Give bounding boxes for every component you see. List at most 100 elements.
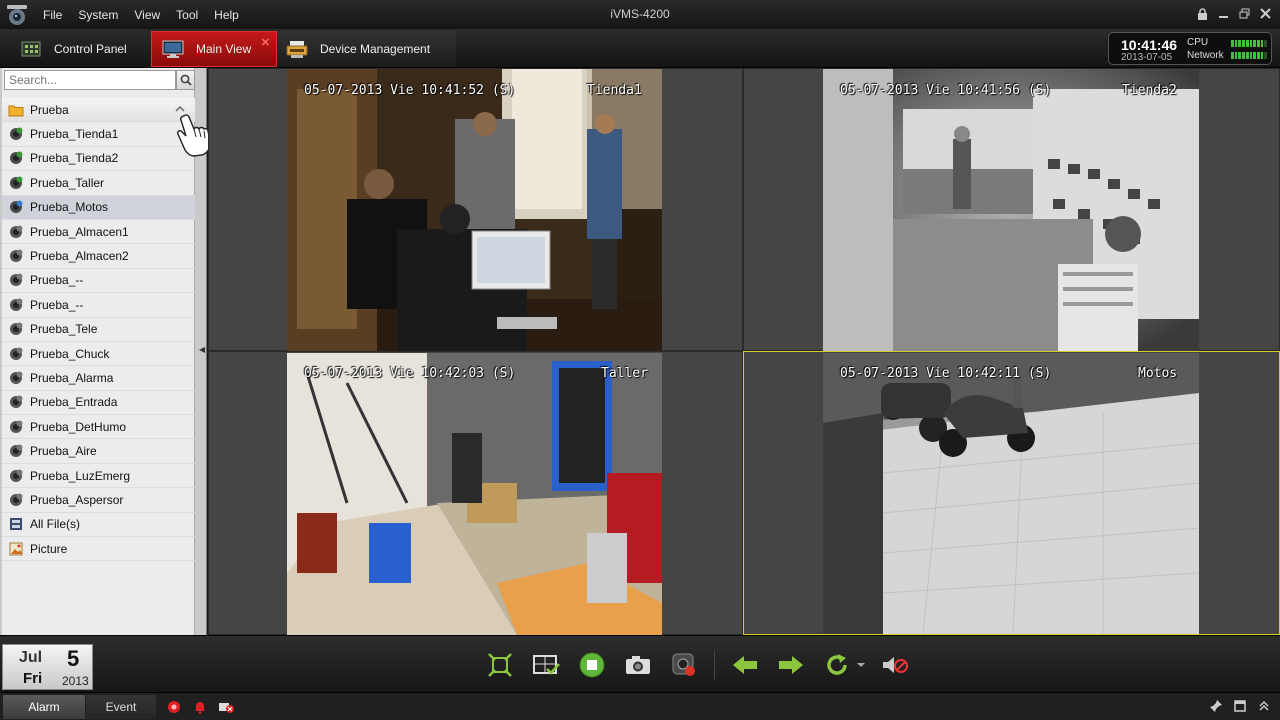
tree-item-camera[interactable]: Prueba_DetHumo bbox=[2, 415, 195, 440]
tree-item-picture[interactable]: Picture bbox=[2, 537, 195, 562]
tree-item-label: Prueba_Almacen2 bbox=[30, 249, 129, 264]
lock-icon[interactable] bbox=[1194, 5, 1211, 22]
mute-icon bbox=[883, 657, 908, 673]
camera-feed-tienda2 bbox=[823, 69, 1199, 351]
search-input[interactable] bbox=[4, 70, 176, 90]
menu-tool[interactable]: Tool bbox=[168, 8, 206, 22]
camera-icon bbox=[10, 395, 23, 409]
tab-event[interactable]: Event bbox=[86, 695, 156, 719]
tree-item-camera[interactable]: Prueba_Almacen2 bbox=[2, 244, 195, 269]
calendar-widget: Jul 5 Fri 2013 bbox=[2, 644, 93, 690]
tree-item-camera[interactable]: Prueba_LuzEmerg bbox=[2, 464, 195, 489]
camera-icon bbox=[10, 322, 23, 336]
tab-alarm[interactable]: Alarm bbox=[3, 695, 85, 719]
next-page-button[interactable] bbox=[775, 649, 807, 681]
video-window-4[interactable]: 05-07-2013 Vie 10:42:11 (S) Motos bbox=[743, 351, 1280, 635]
auto-switch-icon bbox=[827, 654, 847, 675]
video-window-2[interactable]: 05-07-2013 Vie 10:41:56 (S) Tienda2 bbox=[743, 68, 1280, 351]
tree-group-prueba[interactable]: Prueba bbox=[2, 98, 195, 123]
tree-item-all-files[interactable]: All File(s) bbox=[2, 513, 195, 538]
tree-item-camera[interactable]: Prueba_-- bbox=[2, 293, 195, 318]
video-window-3[interactable]: 05-07-2013 Vie 10:42:03 (S) Taller bbox=[208, 351, 743, 635]
tree-item-label: Prueba_LuzEmerg bbox=[30, 468, 131, 483]
expand-up-icon[interactable] bbox=[1256, 698, 1272, 714]
menu-system[interactable]: System bbox=[70, 8, 126, 22]
sidebar-collapse-arrow-icon[interactable]: ◀ bbox=[199, 345, 205, 355]
osd-timestamp: 05-07-2013 Vie 10:41:56 (S) bbox=[840, 83, 1052, 98]
osd-camera-name: Tienda2 bbox=[1122, 83, 1177, 98]
tree-item-label: Prueba_Tele bbox=[30, 322, 98, 337]
search-button[interactable] bbox=[176, 70, 195, 90]
camera-icon bbox=[10, 347, 23, 360]
pin-icon[interactable] bbox=[1208, 698, 1224, 714]
calendar-weekday: Fri bbox=[23, 670, 43, 687]
tree-item-camera[interactable]: Prueba_Chuck bbox=[2, 342, 195, 367]
tree-item-camera[interactable]: Prueba_Tienda2 bbox=[2, 147, 195, 172]
tree-item-camera[interactable]: Prueba_Motos bbox=[2, 195, 195, 220]
record-button[interactable] bbox=[668, 649, 700, 681]
tree-item-camera[interactable]: Prueba_Taller bbox=[2, 171, 195, 196]
status-bar-controls bbox=[1208, 698, 1272, 714]
menu-help[interactable]: Help bbox=[206, 8, 247, 22]
network-usage-meter bbox=[1231, 52, 1268, 59]
device-management-icon bbox=[286, 41, 308, 58]
clock-time: 10:41:46 bbox=[1121, 37, 1178, 53]
camera-icon bbox=[10, 200, 23, 214]
tree-item-camera[interactable]: Prueba_Tienda1 bbox=[2, 122, 195, 147]
osd-camera-name: Motos bbox=[1138, 366, 1178, 381]
camera-icon bbox=[10, 127, 23, 141]
osd-timestamp: 05-07-2013 Vie 10:42:11 (S) bbox=[840, 366, 1052, 381]
clear-alarm-icon[interactable] bbox=[218, 699, 234, 715]
window-icon[interactable] bbox=[1232, 698, 1248, 714]
stop-all-icon bbox=[579, 652, 605, 678]
live-view-toolbar bbox=[484, 649, 925, 681]
tree-item-label: Prueba_Entrada bbox=[30, 395, 118, 410]
osd-timestamp: 05-07-2013 Vie 10:42:03 (S) bbox=[304, 366, 516, 381]
tree-item-camera[interactable]: Prueba_Almacen1 bbox=[2, 220, 195, 245]
camera-feed-taller bbox=[287, 353, 662, 635]
fullscreen-button[interactable] bbox=[484, 649, 516, 681]
window-layout-button[interactable] bbox=[530, 649, 562, 681]
osd-timestamp: 05-07-2013 Vie 10:41:52 (S) bbox=[304, 83, 516, 98]
auto-switch-dropdown-button[interactable] bbox=[855, 649, 867, 681]
menu-view[interactable]: View bbox=[126, 8, 168, 22]
previous-page-button[interactable] bbox=[729, 649, 761, 681]
tab-control-panel[interactable]: Control Panel bbox=[8, 31, 148, 67]
live-view-grid: 05-07-2013 Vie 10:41:52 (S) Tienda1 05-0… bbox=[208, 68, 1280, 635]
tab-device-management[interactable]: Device Management bbox=[278, 31, 456, 67]
record-icon bbox=[672, 653, 695, 676]
close-icon[interactable] bbox=[1257, 5, 1274, 22]
app-logo-icon bbox=[7, 5, 27, 25]
tree-item-camera[interactable]: Prueba_Alarma bbox=[2, 366, 195, 391]
tree-item-camera[interactable]: Prueba_Aire bbox=[2, 439, 195, 464]
all-files-icon bbox=[10, 518, 22, 531]
bell-icon[interactable] bbox=[192, 699, 208, 715]
video-window-1[interactable]: 05-07-2013 Vie 10:41:52 (S) Tienda1 bbox=[208, 68, 743, 351]
restore-icon[interactable] bbox=[1236, 5, 1253, 22]
tree-item-camera[interactable]: Prueba_Aspersor bbox=[2, 488, 195, 513]
tab-control-panel-label: Control Panel bbox=[54, 42, 127, 56]
minimize-icon[interactable] bbox=[1215, 5, 1232, 22]
tree-item-camera[interactable]: Prueba_-- bbox=[2, 269, 195, 294]
tree-item-camera[interactable]: Prueba_Tele bbox=[2, 318, 195, 342]
camera-icon bbox=[10, 371, 23, 384]
mute-button[interactable] bbox=[879, 649, 911, 681]
tree-item-label: Prueba_-- bbox=[30, 297, 84, 312]
tab-main-view[interactable]: Main View ✕ bbox=[151, 31, 277, 67]
tab-close-icon[interactable]: ✕ bbox=[261, 36, 270, 49]
folder-icon bbox=[8, 105, 24, 117]
tree-item-label: Prueba_DetHumo bbox=[30, 419, 127, 434]
camera-feed-motos bbox=[823, 353, 1199, 634]
tree-item-camera[interactable]: Prueba_Entrada bbox=[2, 391, 195, 416]
auto-switch-button[interactable] bbox=[821, 649, 853, 681]
clock-date: 2013-07-05 bbox=[1121, 52, 1173, 63]
menu-file[interactable]: File bbox=[35, 8, 70, 22]
playback-control-bar: Jul 5 Fri 2013 bbox=[0, 635, 1280, 692]
tab-device-management-label: Device Management bbox=[320, 42, 431, 56]
camera-icon bbox=[10, 273, 23, 287]
osd-camera-name: Tienda1 bbox=[587, 83, 642, 98]
alarm-sound-icon[interactable] bbox=[166, 699, 182, 715]
collapse-chevron-icon[interactable] bbox=[173, 102, 187, 116]
stop-all-button[interactable] bbox=[576, 649, 608, 681]
capture-button[interactable] bbox=[622, 649, 654, 681]
